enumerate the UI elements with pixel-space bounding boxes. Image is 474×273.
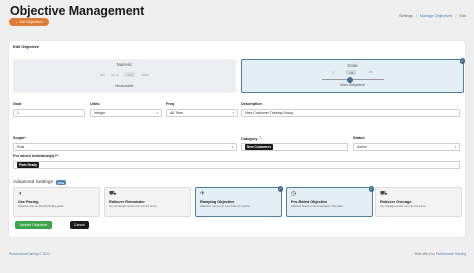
truck-icon: ⛟ — [109, 191, 117, 197]
chevron-down-icon: ▾ — [156, 111, 158, 115]
card-title: Edit Objective — [13, 44, 39, 49]
list-objectives-button[interactable]: ← List Objectives — [9, 18, 49, 26]
cancel-button[interactable]: Cancel — [70, 221, 89, 229]
breadcrumb-separator: / — [455, 14, 457, 18]
chevron-down-icon: ▾ — [454, 145, 456, 149]
footer-credit-link[interactable]: Performance Gaming — [436, 252, 466, 256]
goal-input[interactable]: 1 — [13, 109, 85, 117]
update-objective-button[interactable]: Update Objective — [15, 221, 52, 229]
footer-copyright: PerformanceGaming © 2023 — [9, 252, 50, 256]
selected-check-icon: ✓ — [368, 186, 374, 192]
freq-label: Freq — [166, 102, 175, 106]
goal-label: Goal — [13, 102, 22, 106]
units-label: Units — [90, 102, 100, 106]
selected-check-icon: ✓ — [277, 186, 283, 192]
advanced-option-pro-rated[interactable]: ◷ Pro-Rated Objective Adjusted based on … — [286, 186, 374, 217]
scope-select[interactable]: Role ▾ — [13, 143, 237, 151]
chevron-down-icon: ▾ — [232, 111, 234, 115]
breadcrumb-edit: Edit — [459, 14, 466, 18]
advanced-settings-label: Advanced Settings — [13, 180, 54, 185]
info-icon[interactable]: ⓘ — [259, 136, 263, 141]
truck-icon: ⛟ — [380, 191, 388, 197]
scale-subtitle: Main Subjective — [340, 83, 365, 87]
breadcrumb: Settings / Manage Objectives / Edit — [399, 14, 466, 18]
type-option-scale[interactable]: Scale 1 1/5 3/5 Main Subjective ✓ — [241, 58, 465, 93]
category-label: Category — [241, 136, 258, 141]
advanced-option-ramping-objective[interactable]: ✈ Ramping Objective Objective "ramps up"… — [195, 186, 283, 217]
clock-icon: ◷ — [291, 191, 297, 197]
scale-slider-track[interactable] — [322, 79, 384, 81]
option-label: Rollover Overage — [380, 200, 412, 204]
breadcrumb-settings: Settings — [399, 14, 413, 18]
option-description: Objective will use Monthly Rolling goals… — [18, 205, 65, 208]
status-select[interactable]: Active ▾ — [353, 143, 460, 151]
advanced-settings-title: Advanced Settings Beta — [13, 180, 67, 185]
category-select[interactable]: New Customers — [241, 143, 348, 151]
numeric-out-of: out of — [110, 72, 119, 77]
chevron-down-icon: ▾ — [231, 145, 233, 149]
beta-badge: Beta — [56, 180, 67, 185]
scale-preview: 1 1/5 3/5 — [242, 70, 463, 75]
description-input[interactable]: New Customer Training Setup — [241, 109, 460, 117]
description-label: Description — [241, 102, 262, 106]
edit-objective-card: Edit Objective Numeric 100 out of 100 10… — [9, 41, 465, 237]
option-label: Pro-Rated Objective — [291, 200, 328, 204]
option-description: Objective "ramps up" over three (3) mont… — [200, 205, 251, 208]
update-objective-label: Update Objective — [19, 223, 48, 227]
scope-label: Scope* — [13, 136, 26, 140]
page-title: Objective Management — [10, 4, 145, 18]
advanced-option-rollover-remainder[interactable]: ⛟ Rollover Remainder Any remainder carri… — [104, 187, 191, 217]
category-label-row: Category ⓘ — [241, 136, 263, 141]
scope-value: Role — [17, 145, 25, 149]
scale-max: 3/5 — [368, 70, 373, 74]
description-value: New Customer Training Setup — [245, 111, 293, 115]
advanced-option-rollover-overage[interactable]: ⛟ Rollover Overage Any overage carries o… — [375, 187, 462, 217]
option-label: Use Pacing — [18, 200, 39, 204]
gauge-icon: ◑ — [18, 191, 22, 197]
cancel-label: Cancel — [73, 223, 86, 227]
scale-min: 1 — [332, 70, 335, 74]
numeric-value: 100 — [124, 72, 136, 77]
for-which-label: For which individual(s)?* — [13, 154, 59, 158]
breadcrumb-manage-objectives[interactable]: Manage Objectives — [420, 14, 453, 18]
plane-icon: ✈ — [200, 191, 206, 197]
breadcrumb-separator: / — [415, 14, 417, 18]
status-value: Active — [357, 145, 367, 149]
numeric-percent: 100% — [141, 72, 150, 77]
units-value: Integer — [94, 111, 106, 115]
advanced-option-use-pacing[interactable]: ◑ Use Pacing Objective will use Monthly … — [13, 187, 100, 217]
option-description: Adjusted based on the employee's "hire d… — [291, 205, 344, 208]
for-which-select[interactable]: Plain Ready — [13, 161, 460, 169]
option-label: Ramping Objective — [200, 200, 235, 204]
freq-select[interactable]: All-Time ▾ — [166, 109, 238, 117]
type-option-numeric[interactable]: Numeric 100 out of 100 100% Measurable — [13, 59, 236, 93]
scale-title: Scale — [347, 63, 358, 68]
status-label: Status — [353, 136, 365, 140]
footer-credit-prefix: Built with ♥ by — [415, 252, 435, 256]
units-select[interactable]: Integer ▾ — [90, 109, 162, 117]
list-objectives-label: List Objectives — [19, 20, 43, 24]
selected-check-icon: ✓ — [459, 58, 465, 64]
back-arrow-icon: ← — [15, 20, 19, 24]
individual-tag[interactable]: Plain Ready — [17, 162, 40, 168]
numeric-title: Numeric — [116, 62, 133, 67]
numeric-min: 100 — [99, 72, 105, 77]
footer-credit: Built with ♥ by Performance Gaming — [415, 252, 466, 256]
goal-value: 1 — [17, 111, 19, 115]
option-description: Any overage carries over into the future… — [380, 205, 427, 208]
numeric-preview: 100 out of 100 100% — [13, 72, 236, 77]
option-description: Any remainder carries over into the futu… — [109, 205, 158, 208]
scale-value: 1/5 — [346, 70, 357, 75]
option-label: Rollover Remainder — [109, 200, 145, 204]
category-tag[interactable]: New Customers — [245, 144, 274, 150]
scale-slider-thumb[interactable] — [347, 76, 353, 83]
freq-value: All-Time — [170, 111, 184, 115]
numeric-subtitle: Measurable — [115, 84, 134, 88]
